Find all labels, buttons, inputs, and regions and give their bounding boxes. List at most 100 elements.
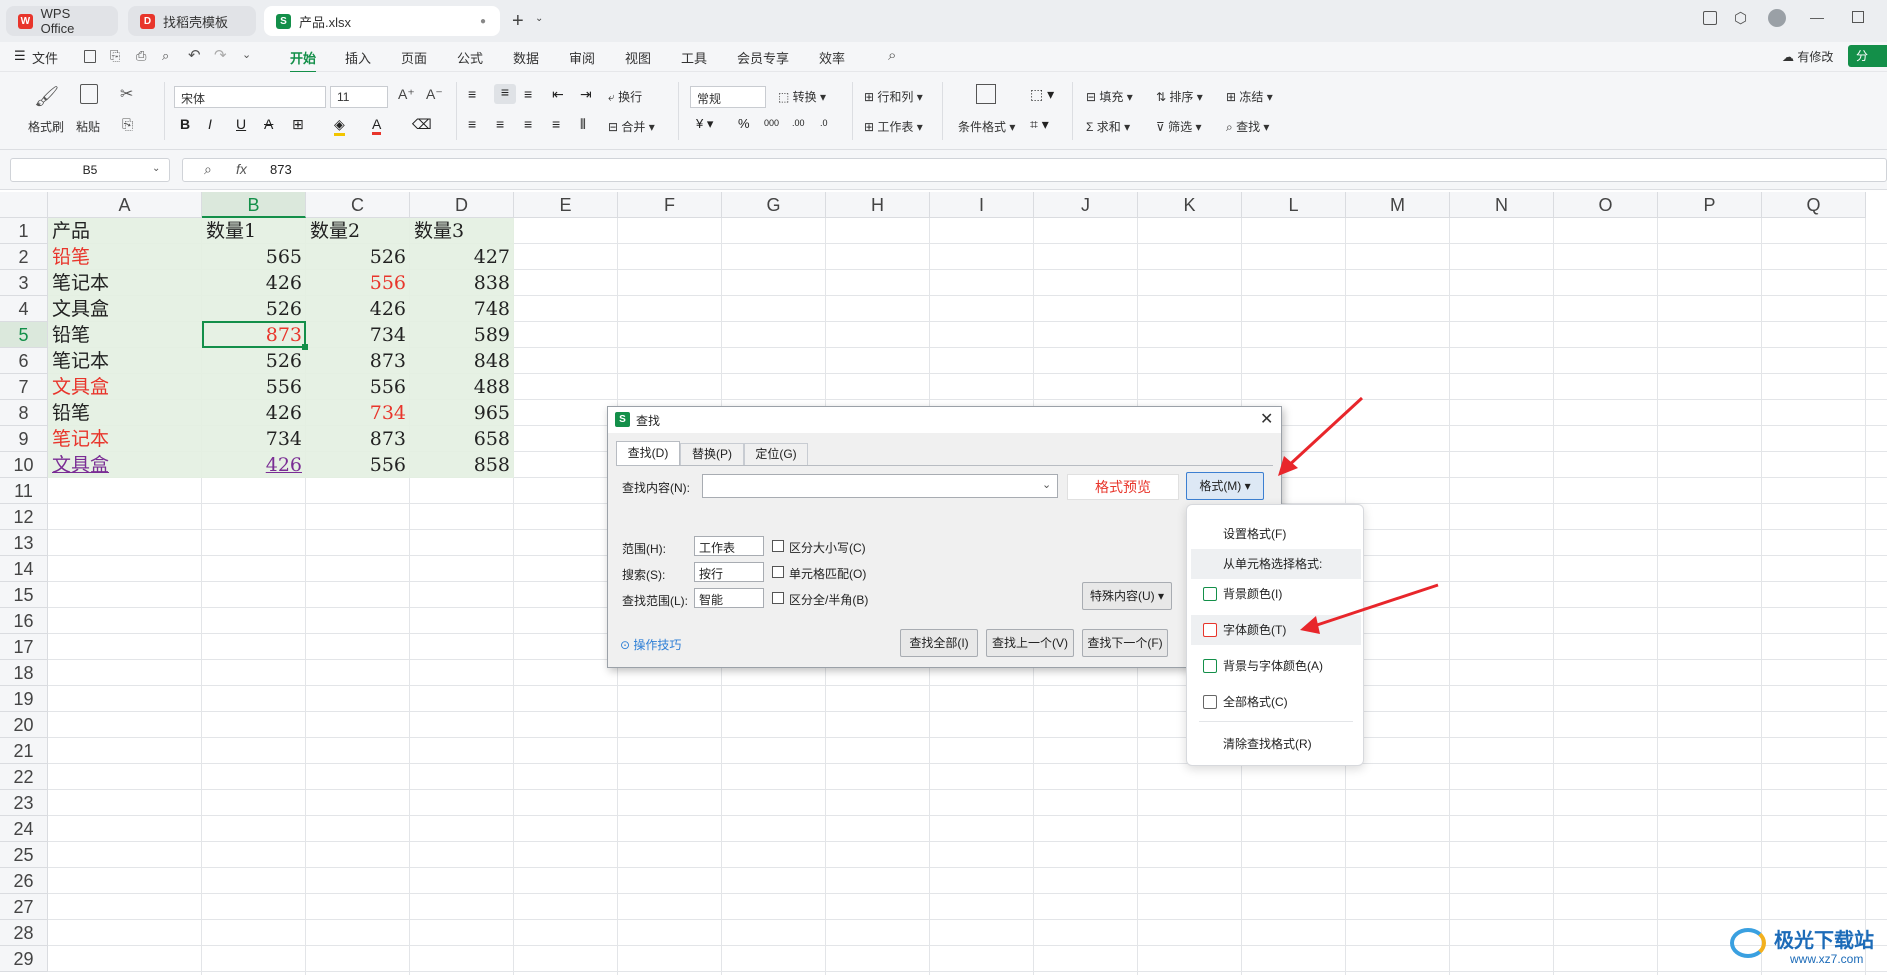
decrease-font-icon[interactable]: A⁻ [426,86,443,103]
menu-item-set-format[interactable]: 设置格式(F) [1191,519,1361,549]
row-header-23[interactable]: 23 [0,790,48,816]
cell-A6[interactable]: 笔记本 [52,349,109,373]
row-header-8[interactable]: 8 [0,400,48,426]
outdent-icon[interactable]: ⇤ [552,86,564,103]
tips-link[interactable]: ⊙ 操作技巧 [620,636,681,653]
paste-icon[interactable] [80,84,98,104]
modified-status[interactable]: ☁ 有修改 [1782,48,1833,65]
row-header-11[interactable]: 11 [0,478,48,504]
cut-icon[interactable]: ✂ [120,84,133,104]
cell-B3[interactable]: 426 [202,271,302,295]
decrease-decimal-icon[interactable]: .0 [820,118,828,128]
row-header-21[interactable]: 21 [0,738,48,764]
find-button[interactable]: ⌕ 查找 ▾ [1226,118,1269,135]
indent-icon[interactable]: ⇥ [580,86,592,103]
column-header-Q[interactable]: Q [1762,192,1866,218]
thousands-icon[interactable]: 000 [764,118,779,128]
justify-icon[interactable]: ≡ [552,116,560,132]
format-button[interactable]: 格式(M) ▾ [1186,472,1264,500]
full-half-width-checkbox[interactable] [772,592,784,604]
row-header-24[interactable]: 24 [0,816,48,842]
cell-B9[interactable]: 734 [202,427,302,451]
row-header-10[interactable]: 10 [0,452,48,478]
merge-button[interactable]: ⊟ 合并 ▾ [608,118,655,135]
column-header-J[interactable]: J [1034,192,1138,218]
print-icon[interactable]: ⎙ [136,48,146,64]
menu-data[interactable]: 数据 [513,48,539,67]
undo-icon[interactable]: ↶ [188,46,201,64]
row-header-2[interactable]: 2 [0,244,48,270]
cell-C6[interactable]: 873 [306,349,406,373]
formula-input-area[interactable] [182,158,1887,182]
name-box[interactable]: B5 [10,158,170,182]
fill-handle[interactable] [302,344,308,350]
row-header-16[interactable]: 16 [0,608,48,634]
cell-D2[interactable]: 427 [410,245,510,269]
cell-C7[interactable]: 556 [306,375,406,399]
menu-vip[interactable]: 会员专享 [737,48,789,67]
copy-icon[interactable]: ⎘ [122,116,133,133]
zoom-icon[interactable]: ⌕ [204,161,212,178]
menu-page[interactable]: 页面 [401,48,427,67]
row-header-25[interactable]: 25 [0,842,48,868]
filter-button[interactable]: ⊽ 筛选 ▾ [1156,118,1202,135]
row-header-15[interactable]: 15 [0,582,48,608]
freeze-button[interactable]: ⊞ 冻结 ▾ [1226,88,1273,105]
row-header-29[interactable]: 29 [0,946,48,972]
row-header-14[interactable]: 14 [0,556,48,582]
new-tab-icon[interactable]: + [512,10,524,33]
wrap-text-button[interactable]: ⤶ 换行 [608,88,642,105]
align-left-icon[interactable]: ≡ [468,116,476,132]
column-header-H[interactable]: H [826,192,930,218]
worksheet-button[interactable]: ⊞ 工作表 ▾ [864,118,923,135]
row-header-9[interactable]: 9 [0,426,48,452]
tab-product-xlsx[interactable]: S 产品.xlsx ● [264,6,500,36]
find-previous-button[interactable]: 查找上一个(V) [986,629,1074,657]
print-preview-icon[interactable]: ⌕ [162,48,169,64]
cell-D10[interactable]: 858 [410,453,510,477]
percent-icon[interactable]: % [738,116,750,131]
bold-icon[interactable]: B [180,116,190,132]
cube-icon[interactable]: ⬡ [1734,9,1747,27]
cell-C4[interactable]: 426 [306,297,406,321]
cell-A10[interactable]: 文具盒 [52,453,109,477]
column-header-A[interactable]: A [48,192,202,218]
maximize-icon[interactable] [1852,11,1864,23]
cell-C3[interactable]: 556 [306,271,406,295]
row-header-28[interactable]: 28 [0,920,48,946]
cell-C5[interactable]: 734 [306,323,406,347]
font-color-icon[interactable]: A [372,116,382,135]
sum-button[interactable]: Σ 求和 ▾ [1086,118,1130,135]
column-header-C[interactable]: C [306,192,410,218]
cell-B1[interactable]: 数量1 [206,219,256,243]
strikethrough-icon[interactable]: A [264,116,273,132]
fill-color-icon[interactable]: ◈ [334,116,345,136]
chevron-down-icon[interactable]: ⌄ [152,163,160,174]
number-format-select[interactable]: 常规 [690,86,766,108]
crop-icon[interactable]: ⌗ ▾ [1030,116,1049,133]
column-header-G[interactable]: G [722,192,826,218]
cell-B8[interactable]: 426 [202,401,302,425]
menu-item-all-format[interactable]: 全部格式(C) [1191,687,1361,717]
menu-home[interactable]: 开始 [290,48,317,73]
align-center-icon[interactable]: ≡ [496,116,504,132]
cell-A3[interactable]: 笔记本 [52,271,109,295]
cell-D4[interactable]: 748 [410,297,510,321]
row-header-7[interactable]: 7 [0,374,48,400]
export-icon[interactable]: ⎘ [110,48,120,64]
currency-icon[interactable]: ¥ ▾ [696,116,713,132]
column-header-D[interactable]: D [410,192,514,218]
search-icon[interactable]: ⌕ [888,47,896,64]
tab-replace[interactable]: 替换(P) [680,443,744,465]
avatar[interactable] [1768,9,1786,27]
row-header-5[interactable]: 5 [0,322,48,348]
menu-review[interactable]: 审阅 [569,48,595,67]
cell-C9[interactable]: 873 [306,427,406,451]
menu-item-bg-and-font-color[interactable]: 背景与字体颜色(A) [1191,651,1361,681]
border-icon[interactable]: ⊞ [292,116,304,133]
share-button[interactable]: 分 [1848,45,1887,67]
column-header-O[interactable]: O [1554,192,1658,218]
cell-D6[interactable]: 848 [410,349,510,373]
row-header-17[interactable]: 17 [0,634,48,660]
row-header-18[interactable]: 18 [0,660,48,686]
